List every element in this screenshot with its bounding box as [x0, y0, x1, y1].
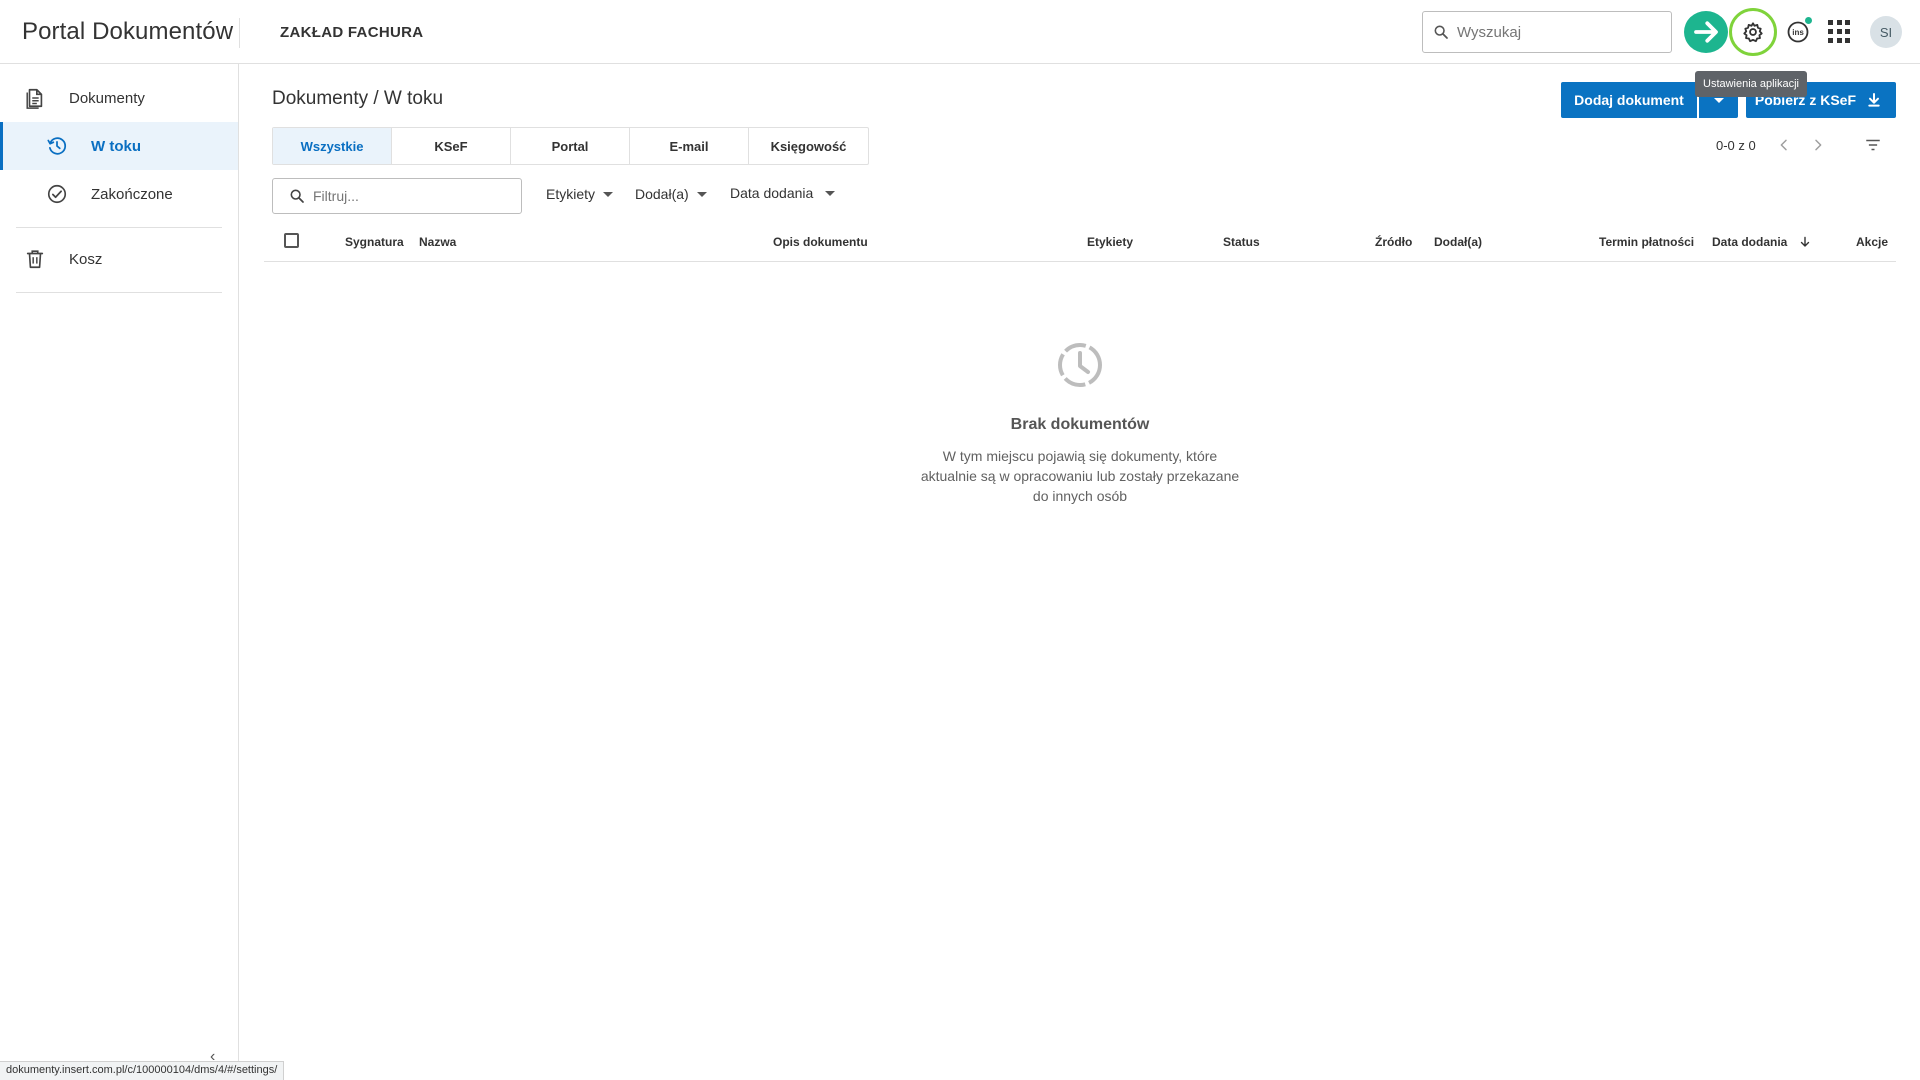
filter-field[interactable]	[272, 178, 522, 214]
arrow-down-icon[interactable]	[1799, 235, 1811, 249]
sidebar-item-label: Kosz	[69, 250, 103, 268]
sidebar-item-zakonczone[interactable]: Zakończone	[0, 170, 238, 218]
filter-input[interactable]	[313, 188, 503, 204]
column-zrodlo[interactable]: Źródło	[1375, 235, 1412, 249]
chevron-down-icon	[1713, 97, 1724, 103]
caret-down-icon	[825, 190, 836, 196]
company-name[interactable]: ZAKŁAD FACHURA	[280, 24, 423, 41]
caret-down-icon	[603, 191, 614, 197]
empty-state-title: Brak dokumentów	[1010, 416, 1150, 433]
sidebar: Dokumenty W toku Zakończone Kosz ‹	[0, 64, 239, 1080]
filter-label: Data dodania	[730, 185, 814, 201]
tab-portal[interactable]: Portal	[511, 128, 630, 164]
add-document-button[interactable]: Dodaj dokument	[1561, 82, 1697, 118]
sidebar-item-label: Zakończone	[91, 185, 173, 203]
trash-icon	[23, 247, 47, 271]
column-opis[interactable]: Opis dokumentu	[773, 235, 868, 249]
settings-button[interactable]	[1729, 8, 1777, 56]
filter-labels-dropdown[interactable]: Etykiety	[546, 186, 614, 202]
column-termin-platnosci[interactable]: Termin płatności	[1599, 235, 1694, 249]
filter-added-by-dropdown[interactable]: Dodał(a)	[635, 186, 707, 202]
chevron-left-icon[interactable]	[1776, 136, 1792, 159]
notification-dot	[1804, 16, 1813, 25]
document-icon	[23, 86, 47, 110]
column-sygnatura[interactable]: Sygnatura	[345, 235, 404, 249]
column-status[interactable]: Status	[1223, 235, 1260, 249]
tab-ksiegowosc[interactable]: Księgowość	[749, 128, 868, 164]
gear-icon	[1743, 22, 1763, 43]
caret-down-icon	[696, 191, 707, 197]
download-icon	[1868, 93, 1880, 107]
breadcrumb: Dokumenty / W toku	[272, 88, 444, 109]
pagination-range: 0-0 z 0	[1716, 138, 1756, 153]
sidebar-item-w-toku[interactable]: W toku	[0, 122, 238, 170]
apps-grid-icon[interactable]	[1828, 20, 1852, 44]
app-title[interactable]: Portal Dokumentów	[22, 18, 233, 46]
browser-status-url: dokumenty.insert.com.pl/c/100000104/dms/…	[0, 1061, 285, 1080]
column-data-dodania[interactable]: Data dodania	[1712, 235, 1787, 249]
ins-notifications-button[interactable]: ins	[1783, 15, 1815, 47]
tab-email[interactable]: E-mail	[630, 128, 749, 164]
column-nazwa[interactable]: Nazwa	[419, 235, 456, 249]
sidebar-divider	[16, 227, 222, 228]
tab-ksef[interactable]: KSeF	[392, 128, 511, 164]
global-search[interactable]	[1422, 11, 1672, 53]
search-icon	[1434, 25, 1448, 39]
filter-date-added-dropdown[interactable]: Data dodania	[730, 185, 836, 201]
search-icon	[290, 189, 304, 203]
arrow-button[interactable]	[1684, 11, 1728, 53]
table-header: Sygnatura Nazwa Opis dokumentu Etykiety …	[264, 226, 1896, 262]
history-icon	[45, 134, 69, 158]
user-avatar[interactable]: SI	[1870, 16, 1902, 48]
search-input[interactable]	[1457, 23, 1647, 41]
settings-tooltip: Ustawienia aplikacji	[1695, 71, 1807, 97]
sidebar-item-dokumenty[interactable]: Dokumenty	[0, 74, 238, 122]
sidebar-item-kosz[interactable]: Kosz	[0, 235, 238, 283]
chevron-right-icon[interactable]	[1810, 136, 1826, 159]
empty-state-text: W tym miejscu pojawią się dokumenty, któ…	[920, 448, 1240, 504]
check-circle-icon	[45, 182, 69, 206]
arrow-right-icon	[1694, 21, 1718, 43]
top-bar: Portal Dokumentów ZAKŁAD FACHURA ins SI	[0, 0, 1920, 64]
select-all-checkbox[interactable]	[284, 233, 299, 248]
sidebar-divider	[16, 292, 222, 293]
source-tabs: Wszystkie KSeF Portal E-mail Księgowość	[272, 127, 869, 165]
filter-label: Dodał(a)	[635, 186, 689, 202]
sidebar-item-label: W toku	[91, 137, 141, 155]
title-divider	[239, 18, 240, 48]
filter-list-icon[interactable]	[1864, 137, 1882, 158]
tab-wszystkie[interactable]: Wszystkie	[273, 128, 392, 164]
column-etykiety[interactable]: Etykiety	[1087, 235, 1133, 249]
filter-label: Etykiety	[546, 186, 596, 202]
sidebar-item-label: Dokumenty	[69, 89, 145, 107]
empty-history-icon	[1055, 340, 1105, 395]
column-dodal[interactable]: Dodał(a)	[1434, 235, 1482, 249]
svg-text:ins: ins	[1792, 28, 1804, 37]
column-akcje: Akcje	[1856, 235, 1889, 249]
